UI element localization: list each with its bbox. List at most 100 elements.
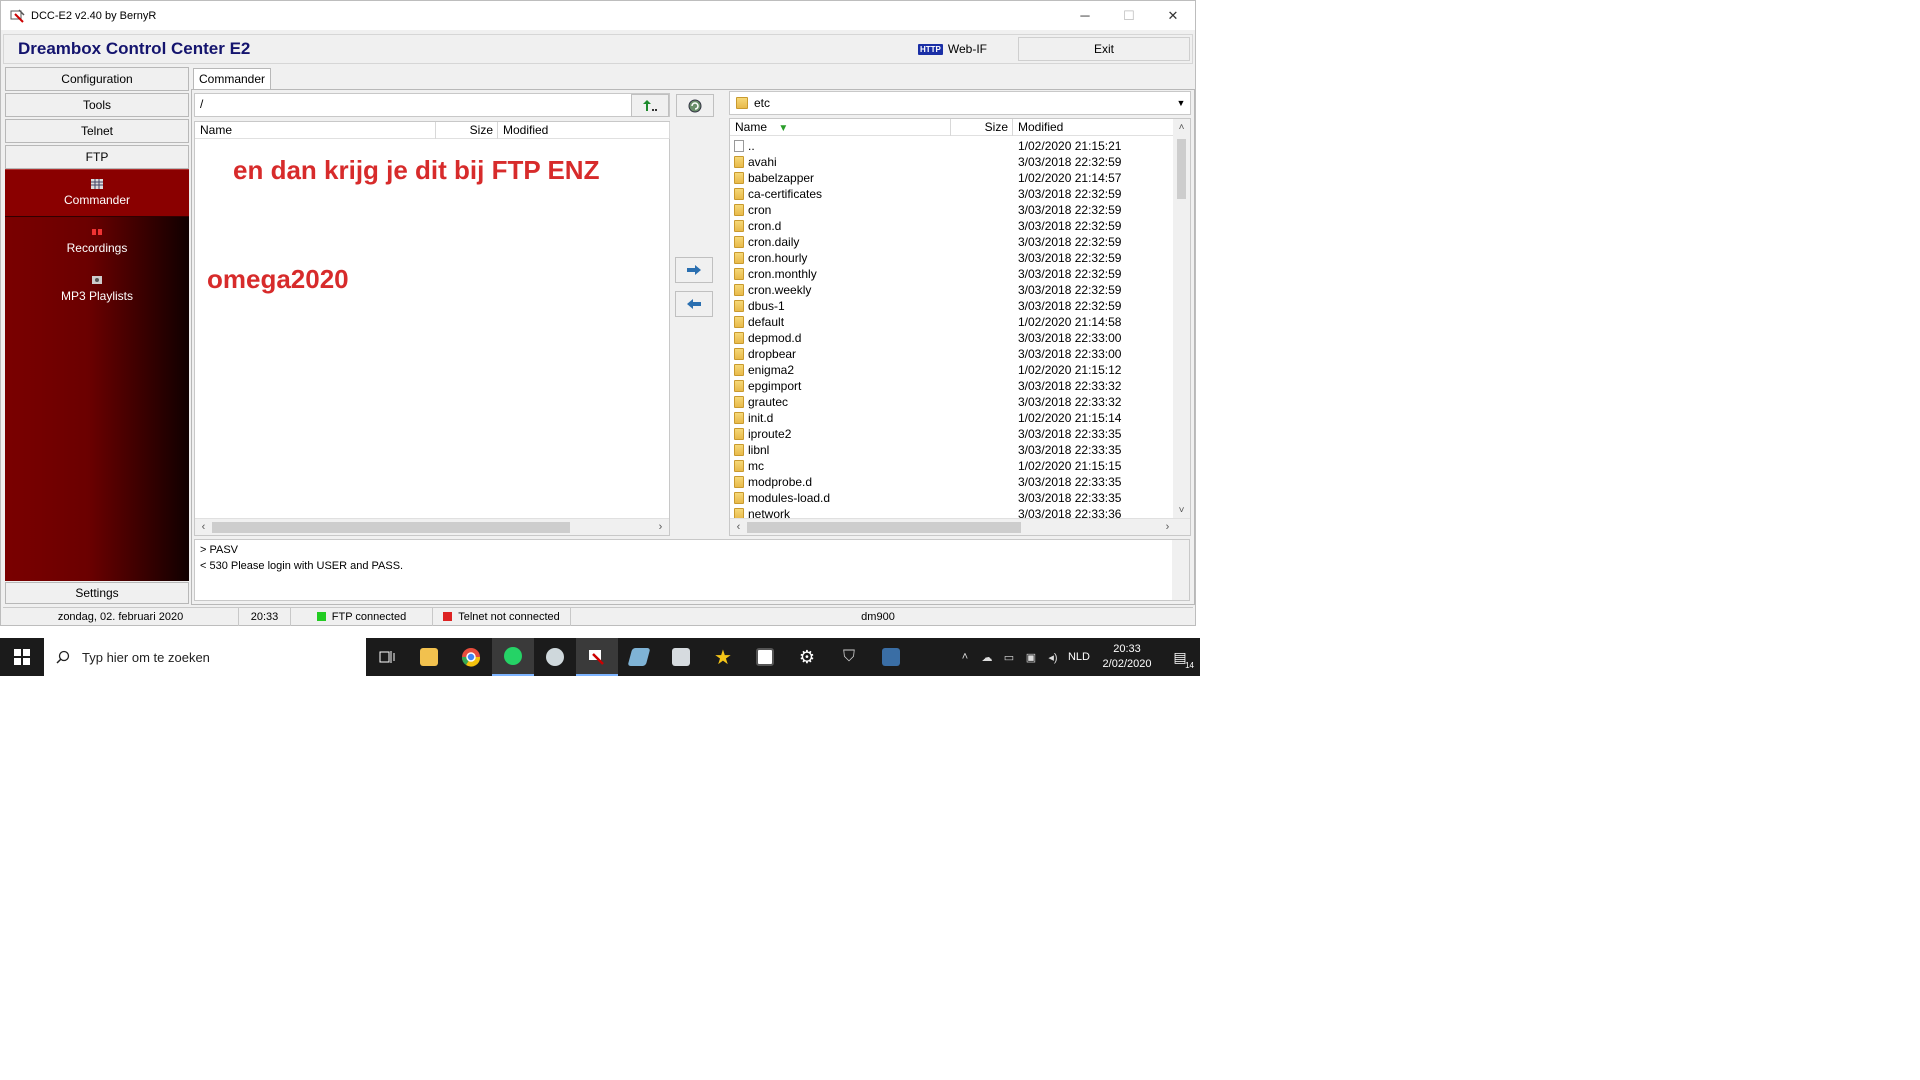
column-size[interactable]: Size (951, 119, 1013, 136)
photo-app-icon[interactable] (744, 638, 786, 676)
file-row[interactable]: grautec 3/03/2018 22:33:32 (730, 394, 1174, 410)
file-row[interactable]: epgimport 3/03/2018 22:33:32 (730, 378, 1174, 394)
settings-button[interactable]: Settings (5, 582, 189, 604)
nav-tools-button[interactable]: Tools (5, 93, 189, 117)
right-vertical-scrollbar[interactable]: ˄ ˅ (1173, 119, 1190, 519)
column-name[interactable]: Name (195, 122, 436, 139)
folder-icon (734, 188, 744, 200)
file-name: ca-certificates (748, 187, 823, 201)
folder-icon (734, 348, 744, 360)
whatsapp-icon[interactable] (492, 638, 534, 676)
file-row[interactable]: cron 3/03/2018 22:32:59 (730, 202, 1174, 218)
file-row[interactable]: modules-load.d 3/03/2018 22:33:35 (730, 490, 1174, 506)
file-modified: 3/03/2018 22:33:35 (1018, 491, 1122, 505)
scroll-left-icon[interactable]: ‹ (195, 519, 212, 536)
left-file-list[interactable]: Name Size Modified en dan krijg je dit b… (194, 121, 670, 536)
minimize-button[interactable]: ─ (1063, 1, 1107, 30)
file-row[interactable]: babelzapper 1/02/2020 21:14:57 (730, 170, 1174, 186)
ftp-log[interactable]: > PASV < 530 Please login with USER and … (194, 539, 1190, 601)
windows-icon (14, 649, 30, 665)
column-modified[interactable]: Modified (1013, 119, 1174, 136)
file-row[interactable]: avahi 3/03/2018 22:32:59 (730, 154, 1174, 170)
transfer-left-button[interactable] (675, 291, 713, 317)
scroll-down-icon[interactable]: ˅ (1173, 502, 1190, 519)
battery-icon[interactable]: ▭ (998, 651, 1020, 664)
left-horizontal-scrollbar[interactable]: ‹ › (195, 518, 669, 535)
nav-configuration-button[interactable]: Configuration (5, 67, 189, 91)
scrollbar-thumb[interactable] (1177, 139, 1186, 199)
right-path-select[interactable]: etc ▼ (729, 91, 1191, 115)
column-size[interactable]: Size (436, 122, 498, 139)
chevron-up-icon[interactable]: ˄ (954, 651, 976, 663)
nav-telnet-button[interactable]: Telnet (5, 119, 189, 143)
file-row[interactable]: cron.d 3/03/2018 22:32:59 (730, 218, 1174, 234)
file-row[interactable]: depmod.d 3/03/2018 22:33:00 (730, 330, 1174, 346)
column-modified[interactable]: Modified (498, 122, 670, 139)
file-row[interactable]: modprobe.d 3/03/2018 22:33:35 (730, 474, 1174, 490)
scroll-left-icon[interactable]: ‹ (730, 519, 747, 535)
file-row[interactable]: default 1/02/2020 21:14:58 (730, 314, 1174, 330)
scroll-right-icon[interactable]: › (1159, 519, 1176, 535)
cloud-icon[interactable]: ☁ (976, 651, 998, 664)
file-row[interactable]: iproute2 3/03/2018 22:33:35 (730, 426, 1174, 442)
pen-app-icon[interactable] (618, 638, 660, 676)
nav-item-mp3-playlists[interactable]: MP3 Playlists (5, 265, 189, 313)
webif-button[interactable]: HTTP Web-IF (918, 38, 1018, 60)
refresh-button[interactable] (676, 94, 714, 117)
file-row[interactable]: dropbear 3/03/2018 22:33:00 (730, 346, 1174, 362)
file-row[interactable]: mc 1/02/2020 21:15:15 (730, 458, 1174, 474)
right-file-list[interactable]: Name ▼ Size Modified .. 1/02/2020 21:15:2… (729, 118, 1191, 536)
tab-commander[interactable]: Commander (193, 68, 271, 89)
taskbar: Typ hier om te zoeken ★ ⚙ ⛉ ˄ ☁ ▭ ▣ ◂) N… (0, 638, 1200, 676)
left-path-field[interactable]: / (194, 93, 670, 117)
taskbar-search[interactable]: Typ hier om te zoeken (44, 638, 366, 676)
column-name[interactable]: Name ▼ (730, 119, 951, 136)
dcc-app-icon[interactable] (576, 638, 618, 676)
file-row[interactable]: libnl 3/03/2018 22:33:35 (730, 442, 1174, 458)
right-horizontal-scrollbar[interactable]: ‹ › (730, 518, 1190, 535)
transfer-right-button[interactable] (675, 257, 713, 283)
file-row[interactable]: cron.hourly 3/03/2018 22:32:59 (730, 250, 1174, 266)
file-explorer-icon[interactable] (408, 638, 450, 676)
paint-icon[interactable] (534, 638, 576, 676)
file-modified: 1/02/2020 21:15:15 (1018, 459, 1122, 473)
nav-item-commander[interactable]: Commander (5, 169, 189, 217)
file-row[interactable]: .. 1/02/2020 21:15:21 (730, 138, 1174, 154)
file-row[interactable]: cron.daily 3/03/2018 22:32:59 (730, 234, 1174, 250)
file-row[interactable]: dbus-1 3/03/2018 22:32:59 (730, 298, 1174, 314)
chrome-icon[interactable] (450, 638, 492, 676)
clock-date: 2/02/2020 (1102, 658, 1152, 670)
scroll-right-icon[interactable]: › (652, 519, 669, 536)
file-row[interactable]: cron.weekly 3/03/2018 22:32:59 (730, 282, 1174, 298)
taskbar-clock[interactable]: 20:33 2/02/2020 (1094, 642, 1160, 672)
language-indicator[interactable]: NLD (1064, 651, 1094, 663)
nav-ftp-button[interactable]: FTP (5, 145, 189, 169)
notifications-button[interactable]: ▤ 14 (1160, 638, 1200, 676)
file-name: epgimport (748, 379, 802, 393)
shield-icon[interactable]: ⛉ (828, 638, 870, 676)
file-modified: 3/03/2018 22:32:59 (1018, 219, 1122, 233)
status-bar: zondag, 02. februari 2020 20:33 FTP conn… (3, 607, 1193, 626)
start-button[interactable] (0, 638, 44, 676)
log-vertical-scrollbar[interactable] (1172, 540, 1189, 600)
task-view-icon[interactable] (366, 638, 408, 676)
settings-gear-icon[interactable]: ⚙ (786, 638, 828, 676)
scrollbar-thumb[interactable] (212, 522, 570, 533)
scroll-up-icon[interactable]: ˄ (1173, 119, 1190, 136)
chevron-down-icon[interactable]: ▼ (1174, 94, 1188, 112)
maximize-button[interactable]: ☐ (1107, 1, 1151, 30)
volume-icon[interactable]: ◂) (1042, 651, 1064, 664)
scrollbar-thumb[interactable] (747, 522, 1021, 533)
exit-button[interactable]: Exit (1018, 37, 1190, 61)
upload-button[interactable] (631, 94, 669, 117)
nav-item-recordings[interactable]: Recordings (5, 217, 189, 265)
file-row[interactable]: init.d 1/02/2020 21:15:14 (730, 410, 1174, 426)
network-icon[interactable]: ▣ (1020, 651, 1042, 664)
file-row[interactable]: ca-certificates 3/03/2018 22:32:59 (730, 186, 1174, 202)
file-row[interactable]: enigma2 1/02/2020 21:15:12 (730, 362, 1174, 378)
printer-icon[interactable] (660, 638, 702, 676)
file-row[interactable]: cron.monthly 3/03/2018 22:32:59 (730, 266, 1174, 282)
close-button[interactable]: ✕ (1151, 1, 1195, 30)
star-app-icon[interactable]: ★ (702, 638, 744, 676)
remote-desktop-icon[interactable] (870, 638, 912, 676)
